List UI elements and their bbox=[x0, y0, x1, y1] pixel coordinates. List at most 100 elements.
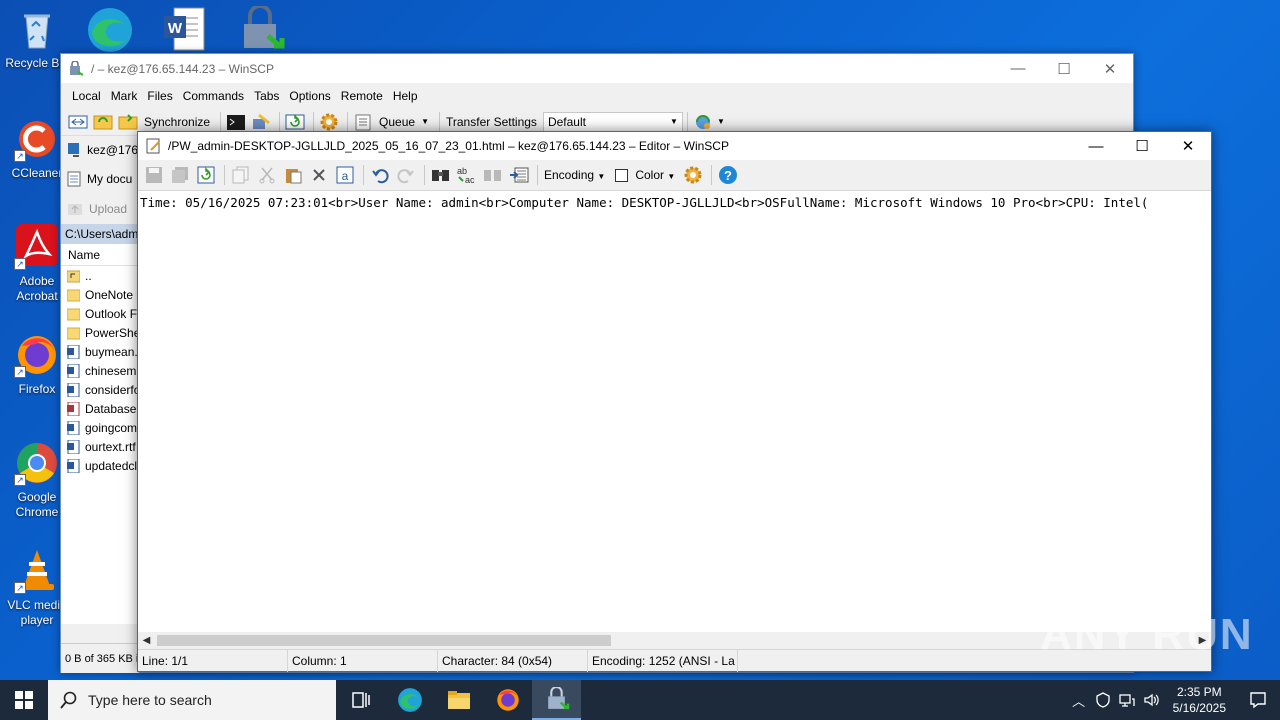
scrollbar-thumb[interactable] bbox=[157, 635, 611, 646]
menu-options[interactable]: Options bbox=[284, 89, 335, 103]
editor-minimize-button[interactable]: — bbox=[1073, 132, 1119, 161]
word-file-icon bbox=[67, 363, 80, 378]
upload-icon bbox=[68, 204, 82, 215]
menu-files[interactable]: Files bbox=[142, 89, 177, 103]
file-row[interactable]: PowerShe bbox=[61, 323, 138, 342]
desktop-icon-winscp[interactable] bbox=[236, 4, 286, 52]
queue-dropdown-arrow-icon[interactable]: ▼ bbox=[421, 117, 429, 126]
sync-browsing-icon[interactable] bbox=[92, 111, 114, 133]
save-all-icon[interactable] bbox=[168, 163, 192, 187]
toolbar-separator bbox=[313, 111, 315, 132]
toolbar-separator bbox=[686, 111, 688, 132]
menu-mark[interactable]: Mark bbox=[106, 89, 143, 103]
desktop-icon-word[interactable]: W bbox=[162, 6, 208, 52]
cut-icon[interactable] bbox=[255, 163, 279, 187]
putty-icon[interactable] bbox=[250, 111, 272, 133]
upload-button[interactable]: Upload bbox=[61, 194, 138, 224]
file-name: Database1 bbox=[85, 401, 139, 416]
file-row[interactable]: OneNote N bbox=[61, 285, 138, 304]
queue-icon[interactable] bbox=[352, 111, 374, 133]
maximize-button[interactable]: ☐ bbox=[1041, 54, 1087, 83]
firefox-icon: ↗ bbox=[14, 332, 60, 378]
menu-commands[interactable]: Commands bbox=[178, 89, 249, 103]
help-icon[interactable]: ? bbox=[716, 163, 740, 187]
start-button[interactable] bbox=[0, 680, 48, 720]
main-menubar: Local Mark Files Commands Tabs Options R… bbox=[61, 83, 1133, 108]
security-shield-icon[interactable] bbox=[1091, 692, 1115, 708]
editor-text-area[interactable]: Time: 05/16/2025 07:23:01<br>User Name: … bbox=[138, 193, 1211, 632]
menu-local[interactable]: Local bbox=[67, 89, 106, 103]
delete-icon[interactable] bbox=[307, 163, 331, 187]
synchronize-button[interactable]: Synchronize bbox=[144, 115, 210, 129]
undo-icon[interactable] bbox=[368, 163, 392, 187]
find-next-icon[interactable] bbox=[481, 163, 505, 187]
status-column: Column: 1 bbox=[288, 649, 438, 672]
refresh-icon[interactable] bbox=[284, 111, 306, 133]
taskbar-clock[interactable]: 2:35 PM 5/16/2025 bbox=[1163, 684, 1236, 716]
toolbar-separator bbox=[347, 111, 349, 132]
select-all-icon[interactable]: a bbox=[333, 163, 357, 187]
file-row[interactable]: ourtext.rtf bbox=[61, 437, 138, 456]
file-row[interactable]: buymean. bbox=[61, 342, 138, 361]
replace-icon[interactable]: ab ac bbox=[455, 163, 479, 187]
editor-preferences-gear-icon[interactable] bbox=[681, 163, 705, 187]
task-view-button[interactable] bbox=[336, 680, 385, 720]
encoding-menu-button[interactable]: Encoding ▼ bbox=[544, 168, 605, 182]
minimize-button[interactable]: — bbox=[995, 54, 1041, 83]
find-icon[interactable] bbox=[429, 163, 453, 187]
file-row[interactable]: goingcom bbox=[61, 418, 138, 437]
editor-maximize-button[interactable]: ☐ bbox=[1119, 132, 1165, 161]
compare-dirs-icon[interactable] bbox=[67, 111, 89, 133]
editor-titlebar[interactable]: /PW_admin-DESKTOP-JGLLJLD_2025_05_16_07_… bbox=[138, 132, 1211, 160]
system-tray: ︿ 2:35 PM 5/16/2025 bbox=[1067, 680, 1280, 720]
winscp-lock-icon bbox=[547, 687, 569, 710]
file-row[interactable]: .. bbox=[61, 266, 138, 285]
network-icon[interactable] bbox=[1115, 692, 1139, 708]
taskbar-search-box[interactable]: Type here to search bbox=[48, 680, 336, 720]
word-file-icon bbox=[67, 344, 80, 359]
color-checkbox[interactable] bbox=[615, 168, 629, 182]
redo-icon[interactable] bbox=[394, 163, 418, 187]
color-menu-button[interactable]: Color ▼ bbox=[635, 168, 675, 182]
file-row[interactable]: Database1 bbox=[61, 399, 138, 418]
transfer-settings-select[interactable]: Default ▼ bbox=[542, 111, 683, 132]
main-titlebar[interactable]: / – kez@176.65.144.23 – WinSCP — ☐ ✕ bbox=[61, 54, 1133, 83]
globe-sync-icon[interactable] bbox=[692, 111, 714, 133]
copy-icon[interactable] bbox=[229, 163, 253, 187]
taskbar-firefox[interactable] bbox=[483, 680, 532, 720]
local-path[interactable]: C:\Users\adm bbox=[61, 224, 138, 244]
documents-icon bbox=[67, 171, 81, 187]
scroll-left-icon[interactable]: ◀ bbox=[138, 632, 155, 649]
file-row[interactable]: considerfo bbox=[61, 380, 138, 399]
queue-button[interactable]: Queue bbox=[379, 115, 415, 129]
menu-remote[interactable]: Remote bbox=[336, 89, 388, 103]
session-tab[interactable]: kez@176 bbox=[61, 136, 138, 164]
column-header-name[interactable]: Name bbox=[61, 244, 138, 266]
volume-icon[interactable] bbox=[1139, 692, 1163, 708]
taskbar-winscp[interactable] bbox=[532, 680, 581, 720]
preferences-gear-icon[interactable] bbox=[318, 111, 340, 133]
editor-close-button[interactable]: ✕ bbox=[1165, 132, 1211, 161]
status-character: Character: 84 (0x54) bbox=[438, 649, 588, 672]
reload-icon[interactable] bbox=[194, 163, 218, 187]
show-hidden-icons-chevron-up-icon[interactable]: ︿ bbox=[1067, 691, 1091, 710]
file-row[interactable]: Outlook F bbox=[61, 304, 138, 323]
desktop-icon-edge[interactable] bbox=[86, 4, 136, 52]
menu-tabs[interactable]: Tabs bbox=[249, 89, 284, 103]
paste-icon[interactable] bbox=[281, 163, 305, 187]
goto-line-icon[interactable] bbox=[507, 163, 531, 187]
file-row[interactable]: updatedcl bbox=[61, 456, 138, 475]
anyrun-watermark: ANY RUN bbox=[1040, 610, 1254, 659]
globe-dropdown-arrow-icon[interactable]: ▼ bbox=[717, 117, 725, 126]
menu-help[interactable]: Help bbox=[388, 89, 423, 103]
location-combo[interactable]: My docu bbox=[61, 164, 138, 194]
synchronize-icon[interactable] bbox=[117, 111, 139, 133]
taskbar-edge[interactable] bbox=[385, 680, 434, 720]
notification-center-button[interactable] bbox=[1236, 691, 1280, 709]
file-row[interactable]: chinesem bbox=[61, 361, 138, 380]
close-button[interactable]: ✕ bbox=[1087, 54, 1133, 83]
taskbar-file-explorer[interactable] bbox=[434, 680, 483, 720]
scrollbar-track[interactable] bbox=[155, 632, 1194, 649]
terminal-icon[interactable] bbox=[225, 111, 247, 133]
save-icon[interactable] bbox=[142, 163, 166, 187]
